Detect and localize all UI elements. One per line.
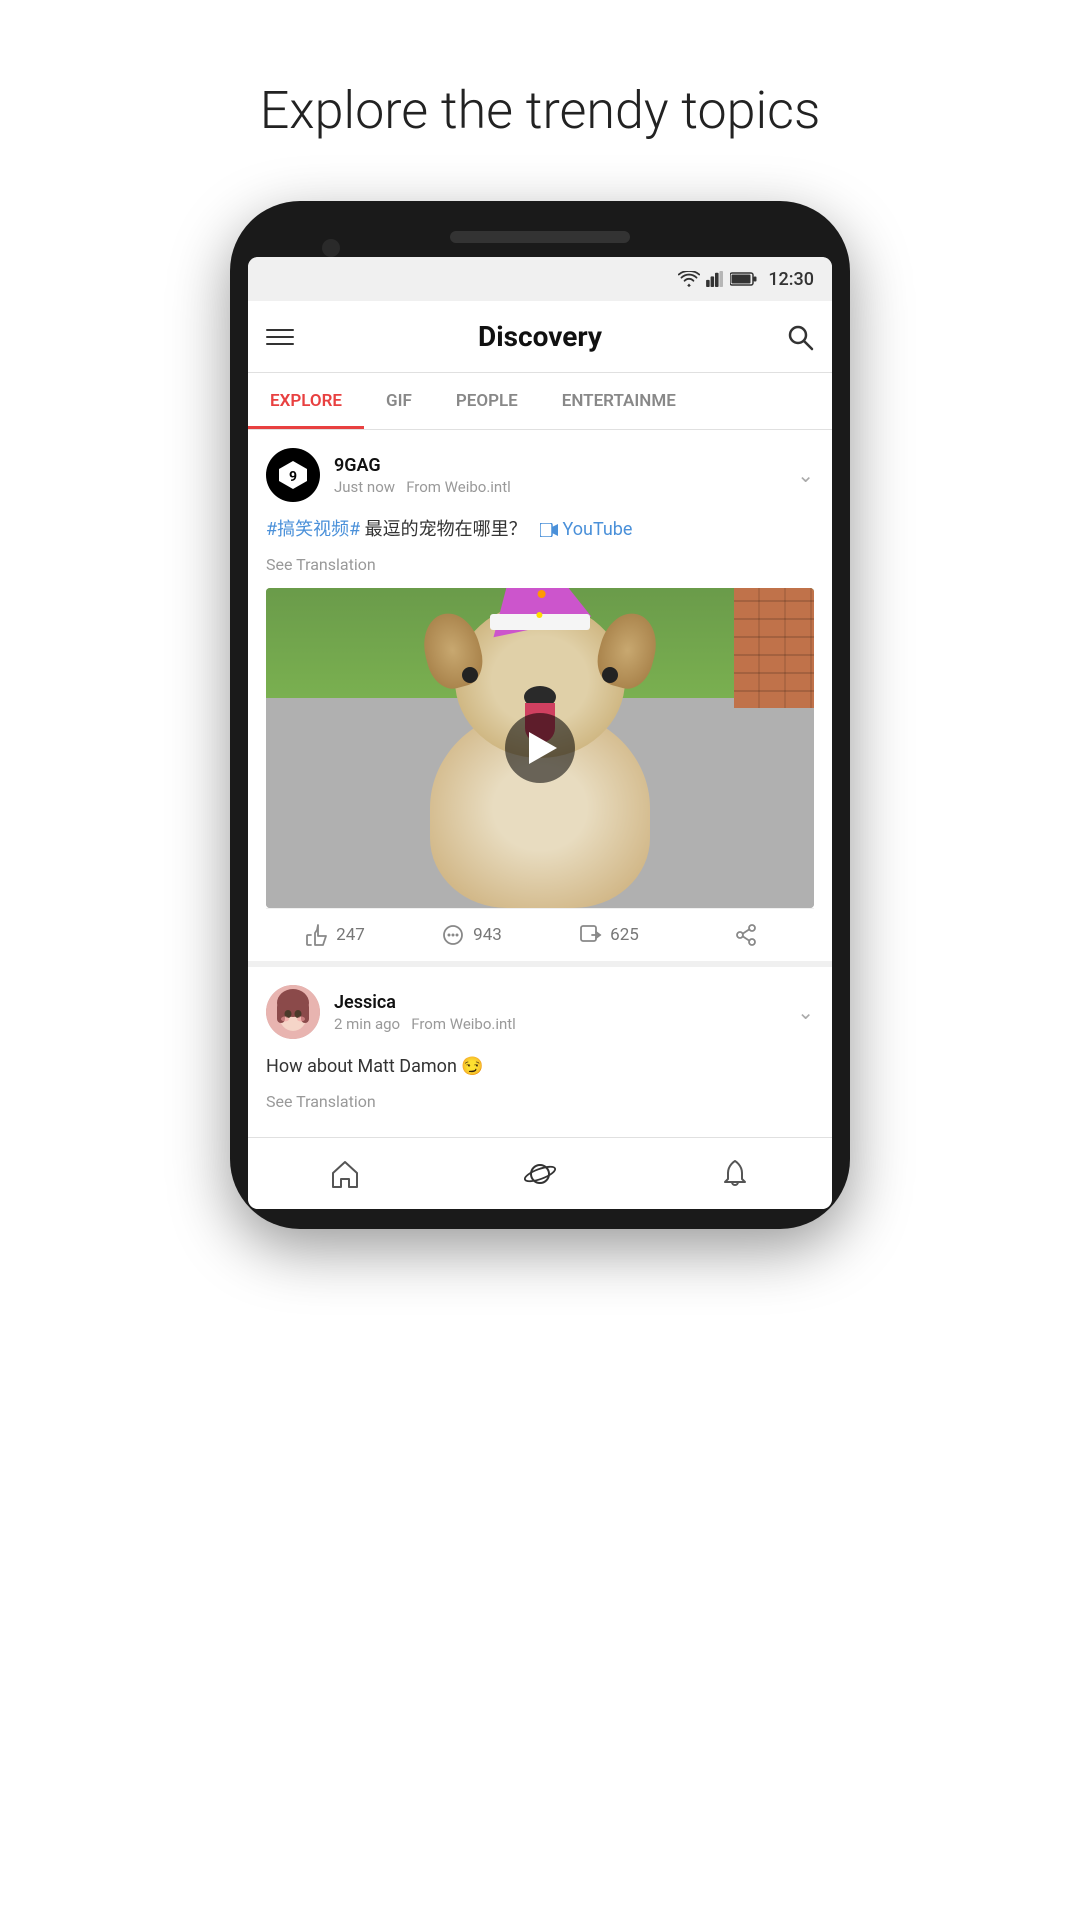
dog-eye-left	[462, 667, 478, 683]
phone-frame: 12:30 Discovery EXPLORE GIF	[230, 201, 850, 1229]
share-icon	[734, 923, 758, 947]
like-count: 247	[336, 925, 365, 945]
post-meta-2: Jessica 2 min ago From Weibo.intl	[334, 992, 797, 1033]
post-actions: 247 943	[266, 908, 814, 961]
comment-icon	[441, 923, 465, 947]
hat-dot-3	[536, 612, 542, 618]
signal-icon	[706, 271, 724, 287]
planet-icon	[524, 1160, 556, 1188]
battery-icon	[730, 272, 758, 286]
wifi-icon	[678, 271, 700, 287]
see-translation-2[interactable]: See Translation	[266, 1092, 814, 1111]
post-header: 9 9GAG Just now From Weibo.intl ⌄	[266, 448, 814, 502]
nav-discover[interactable]	[443, 1160, 638, 1188]
bottom-nav	[248, 1137, 832, 1209]
post-image[interactable]	[266, 588, 814, 908]
avatar: 9	[266, 448, 320, 502]
thumbs-up-icon	[304, 923, 328, 947]
post-info-2: 2 min ago From Weibo.intl	[334, 1015, 797, 1033]
phone-speaker	[450, 231, 630, 243]
status-icons: 12:30	[678, 269, 814, 290]
nav-home[interactable]	[248, 1160, 443, 1188]
app-header: Discovery	[248, 301, 832, 373]
app-title: Discovery	[294, 320, 786, 353]
chevron-down-icon-2[interactable]: ⌄	[797, 1000, 814, 1024]
post-text-2: How about Matt Damon 😏	[266, 1053, 814, 1080]
hashtag-text[interactable]: #搞笑视频#	[266, 519, 360, 540]
tab-entertainment[interactable]: ENTERTAINME	[540, 373, 698, 429]
comment-count: 943	[473, 925, 502, 945]
svg-text:9: 9	[289, 469, 297, 485]
post-author-2: Jessica	[334, 992, 797, 1013]
search-icon[interactable]	[786, 323, 814, 351]
post-meta: 9GAG Just now From Weibo.intl	[334, 455, 797, 496]
repost-icon	[578, 923, 602, 947]
status-time: 12:30	[768, 269, 814, 290]
nav-notifications[interactable]	[637, 1159, 832, 1189]
bell-icon	[721, 1159, 749, 1189]
share-count: 625	[610, 925, 639, 945]
post-author: 9GAG	[334, 455, 797, 476]
feed: 9 9GAG Just now From Weibo.intl ⌄	[248, 430, 832, 1137]
tab-people[interactable]: PEOPLE	[434, 373, 540, 429]
repost-action[interactable]: 625	[540, 923, 677, 947]
post-text: #搞笑视频# 最逗的宠物在哪里？ YouTube	[266, 516, 814, 543]
post-header-2: Jessica 2 min ago From Weibo.intl ⌄	[266, 985, 814, 1039]
phone-screen: 12:30 Discovery EXPLORE GIF	[248, 257, 832, 1209]
like-action[interactable]: 247	[266, 923, 403, 947]
chevron-down-icon[interactable]: ⌄	[797, 463, 814, 487]
hamburger-icon[interactable]	[266, 329, 294, 345]
comment-action[interactable]: 943	[403, 923, 540, 947]
post-card-2: Jessica 2 min ago From Weibo.intl ⌄ How …	[248, 967, 832, 1137]
tab-explore[interactable]: EXPLORE	[248, 373, 364, 429]
post-card: 9 9GAG Just now From Weibo.intl ⌄	[248, 430, 832, 967]
brick-wall	[734, 588, 814, 708]
video-icon	[540, 523, 558, 537]
post-info: Just now From Weibo.intl	[334, 478, 797, 496]
phone-camera	[322, 239, 340, 257]
dog-eye-right	[602, 667, 618, 683]
youtube-link[interactable]: YouTube	[563, 519, 633, 540]
status-bar: 12:30	[248, 257, 832, 301]
home-icon	[330, 1160, 360, 1188]
play-button[interactable]	[505, 713, 575, 783]
avatar-jessica	[266, 985, 320, 1039]
tab-gif[interactable]: GIF	[364, 373, 434, 429]
page-title: Explore the trendy topics	[260, 80, 821, 141]
tabs-container: EXPLORE GIF PEOPLE ENTERTAINME	[248, 373, 832, 430]
see-translation[interactable]: See Translation	[266, 555, 814, 574]
play-triangle-icon	[529, 732, 557, 764]
share-action[interactable]	[677, 923, 814, 947]
hat-dot-1	[538, 590, 546, 598]
